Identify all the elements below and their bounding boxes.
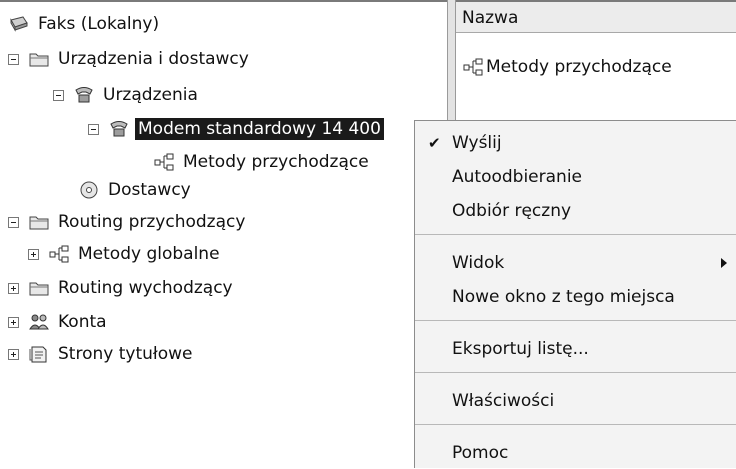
tree-item-urzadzenia-i-dostawcy[interactable]: Urządzenia i dostawcy — [8, 45, 252, 73]
tree-item-konta[interactable]: Konta — [8, 308, 110, 336]
check-icon: ✔ — [428, 134, 441, 152]
tree-item-label: Modem standardowy 14 400 — [135, 118, 384, 140]
tree-item-label: Metody przychodzące — [183, 152, 369, 172]
folder-icon — [29, 53, 49, 67]
menu-separator — [415, 372, 736, 373]
collapse-icon[interactable] — [8, 216, 19, 228]
fax-icon — [10, 16, 28, 32]
tree-item-label: Urządzenia i dostawcy — [58, 49, 249, 69]
tree-item-metody-globalne[interactable]: Metody globalne — [28, 240, 223, 268]
tree-item-routing-przychodzacy[interactable]: Routing przychodzący — [8, 208, 248, 236]
tree-pane[interactable]: Faks (Lokalny) Urządzenia i dostawcy Urz… — [0, 0, 447, 468]
tree-item-routing-wychodzacy[interactable]: Routing wychodzący — [8, 274, 236, 302]
menu-item-label: Autoodbieranie — [452, 167, 582, 187]
tree-item-label: Urządzenia — [103, 85, 198, 105]
menu-item-nowe-okno[interactable]: Nowe okno z tego miejsca — [415, 281, 736, 313]
expand-icon[interactable] — [8, 316, 19, 328]
tree-item-faks[interactable]: Faks (Lokalny) — [8, 10, 162, 38]
menu-item-wlasciwosci[interactable]: Właściwości — [415, 385, 736, 417]
tree-item-modem[interactable]: Modem standardowy 14 400 — [88, 115, 384, 143]
tree-item-label: Metody globalne — [78, 244, 220, 264]
tree-item-dostawcy[interactable]: Dostawcy — [78, 176, 194, 204]
tree-item-label: Faks (Lokalny) — [38, 14, 160, 34]
expand-icon[interactable] — [28, 248, 39, 260]
menu-item-wyslij[interactable]: ✔ Wyślij — [415, 127, 736, 159]
menu-item-label: Pomoc — [452, 443, 509, 463]
cover-pages-icon — [29, 346, 47, 363]
menu-item-label: Eksportuj listę... — [452, 339, 589, 359]
menu-item-odbior-reczny[interactable]: Odbiór ręczny — [415, 195, 736, 227]
menu-item-label: Odbiór ręczny — [452, 201, 572, 221]
tree-item-label: Routing wychodzący — [58, 278, 233, 298]
tree-item-label: Dostawcy — [108, 180, 191, 200]
context-menu: ✔ Wyślij Autoodbieranie Odbiór ręczny Wi… — [414, 120, 736, 468]
menu-item-pomoc[interactable]: Pomoc — [415, 437, 736, 469]
list-item-label: Metody przychodzące — [486, 57, 672, 77]
expand-icon[interactable] — [8, 282, 19, 294]
tree-item-metody-przychodzace[interactable]: Metody przychodzące — [153, 148, 372, 176]
method-icon — [154, 153, 174, 171]
menu-item-label: Widok — [452, 253, 505, 273]
collapse-icon[interactable] — [53, 89, 64, 101]
folder-icon — [29, 282, 49, 296]
providers-icon — [80, 181, 98, 199]
list-item[interactable]: Metody przychodzące — [462, 54, 672, 80]
method-icon — [49, 245, 69, 263]
menu-item-label: Nowe okno z tego miejsca — [452, 287, 675, 307]
tree-item-urzadzenia[interactable]: Urządzenia — [53, 81, 201, 109]
menu-separator — [415, 320, 736, 321]
accounts-icon — [29, 314, 49, 330]
menu-separator — [415, 424, 736, 425]
menu-item-label: Właściwości — [452, 391, 555, 411]
tree-item-strony-tytulowe[interactable]: Strony tytułowe — [8, 340, 195, 368]
menu-item-autoodbieranie[interactable]: Autoodbieranie — [415, 161, 736, 193]
folder-icon — [29, 216, 49, 230]
collapse-icon[interactable] — [8, 53, 19, 65]
menu-item-widok[interactable]: Widok — [415, 247, 736, 279]
modem-icon — [110, 121, 128, 137]
devices-icon — [75, 87, 93, 103]
menu-separator — [415, 234, 736, 235]
method-icon — [463, 58, 483, 76]
menu-item-label: Wyślij — [452, 133, 502, 153]
tree-item-label: Strony tytułowe — [58, 344, 193, 364]
menu-item-eksportuj-liste[interactable]: Eksportuj listę... — [415, 333, 736, 365]
tree-item-label: Konta — [58, 312, 107, 332]
expand-icon[interactable] — [8, 348, 19, 360]
submenu-arrow-icon — [721, 258, 727, 268]
collapse-icon[interactable] — [88, 123, 99, 135]
tree-item-label: Routing przychodzący — [58, 212, 246, 232]
column-header-nazwa[interactable]: Nazwa — [456, 2, 736, 33]
